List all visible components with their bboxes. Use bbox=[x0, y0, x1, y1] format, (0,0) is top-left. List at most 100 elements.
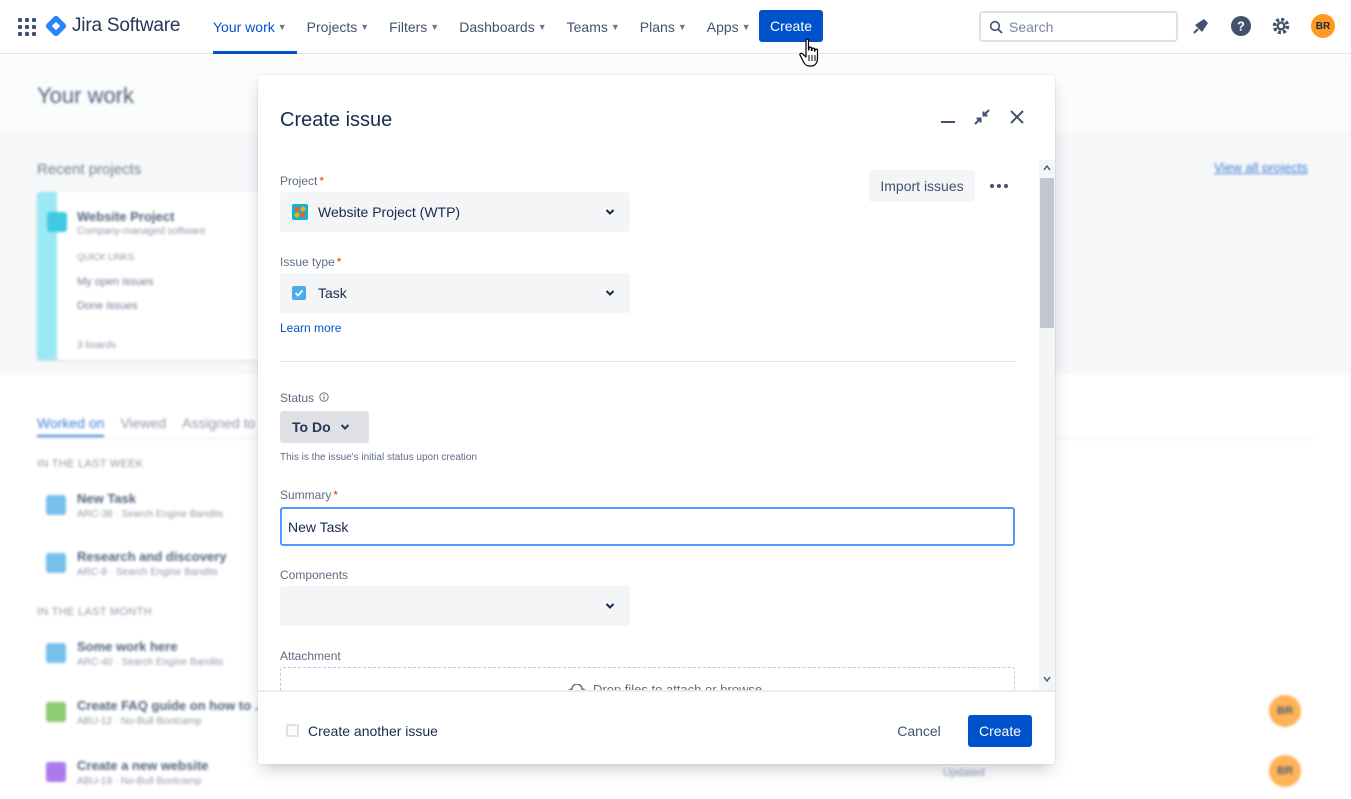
scroll-thumb[interactable] bbox=[1040, 178, 1054, 328]
apps-grid-icon[interactable] bbox=[18, 18, 36, 36]
issue-title: New Task bbox=[77, 491, 137, 506]
chevron-down-icon: ▼ bbox=[360, 22, 370, 32]
more-options-icon[interactable] bbox=[986, 174, 1012, 198]
attachment-dropzone[interactable]: Drop files to attach or browse bbox=[280, 667, 1015, 690]
quick-link-done-issues[interactable]: Done issues bbox=[77, 300, 138, 312]
jira-logo[interactable]: Jira Software bbox=[44, 14, 181, 38]
app-name: Jira Software bbox=[72, 15, 181, 36]
dialog-footer: Create another issue Cancel Create bbox=[258, 690, 1055, 764]
issue-type-value: Task bbox=[318, 285, 347, 301]
recent-projects-heading: Recent projects bbox=[37, 161, 142, 178]
nav-item-plans[interactable]: Plans ▼ bbox=[630, 0, 697, 54]
notification-icon[interactable] bbox=[1189, 14, 1213, 38]
issue-title: Create a new website bbox=[77, 758, 209, 773]
task-icon bbox=[292, 286, 306, 300]
attachment-label: Attachment bbox=[280, 649, 341, 663]
issue-meta: ARC-38 · Search Engine Bandits bbox=[77, 509, 224, 520]
learn-more-link[interactable]: Learn more bbox=[280, 321, 341, 335]
project-select[interactable]: Website Project (WTP) bbox=[280, 192, 630, 232]
import-issues-button[interactable]: Import issues bbox=[869, 170, 975, 202]
nav-item-apps[interactable]: Apps ▼ bbox=[697, 0, 761, 54]
project-icon bbox=[47, 212, 67, 232]
search-box[interactable] bbox=[979, 11, 1178, 42]
create-another-label[interactable]: Create another issue bbox=[308, 723, 438, 739]
project-card[interactable]: Website Project Company-managed software… bbox=[37, 192, 267, 360]
required-marker: * bbox=[333, 488, 339, 502]
task-icon bbox=[46, 495, 66, 515]
collapse-icon[interactable] bbox=[970, 105, 994, 129]
issue-type-select[interactable]: Task bbox=[280, 273, 630, 313]
divider bbox=[280, 361, 1016, 362]
avatar: BR bbox=[1269, 755, 1301, 787]
scroll-down-icon[interactable] bbox=[1043, 675, 1051, 683]
page-title: Your work bbox=[37, 83, 135, 108]
svg-text:?: ? bbox=[1237, 19, 1245, 34]
required-marker: * bbox=[336, 255, 342, 269]
nav-label: Apps bbox=[706, 19, 739, 35]
section-last-month: IN THE LAST MONTH bbox=[37, 606, 152, 618]
search-input[interactable] bbox=[1009, 18, 1159, 35]
task-icon bbox=[46, 643, 66, 663]
boards-dropdown[interactable]: 3 boards bbox=[77, 340, 116, 351]
nav-label: Dashboards bbox=[459, 19, 535, 35]
scrollbar[interactable] bbox=[1039, 160, 1055, 690]
nav-label: Filters bbox=[389, 19, 428, 35]
nav-item-dashboards[interactable]: Dashboards ▼ bbox=[449, 0, 556, 54]
issue-meta: ABU-12 · No-Bull Bootcamp bbox=[77, 716, 202, 727]
dialog-body: Project * Import issues Website Project (… bbox=[258, 160, 1055, 690]
issue-title: Create FAQ guide on how to ... bbox=[77, 698, 266, 713]
hand-cursor-icon bbox=[799, 38, 819, 67]
quick-link-open-issues[interactable]: My open issues bbox=[77, 276, 153, 288]
close-icon[interactable] bbox=[1005, 105, 1029, 129]
top-navigation: Jira Software Your work ▼ Projects ▼ Filte… bbox=[0, 0, 1351, 54]
avatar[interactable]: BR bbox=[1311, 14, 1335, 38]
nav-item-your-work[interactable]: Your work ▼ bbox=[203, 0, 297, 54]
task-icon bbox=[46, 553, 66, 573]
chevron-down-icon: ▼ bbox=[610, 22, 620, 32]
nav-label: Projects bbox=[306, 19, 358, 35]
label-text: Issue type bbox=[280, 255, 335, 269]
label-text: Summary bbox=[280, 488, 332, 502]
avatar: BR bbox=[1269, 695, 1301, 727]
status-dropdown[interactable]: To Do bbox=[280, 411, 369, 443]
settings-icon[interactable] bbox=[1269, 14, 1293, 38]
nav-item-projects[interactable]: Projects ▼ bbox=[297, 0, 380, 54]
work-tabs: Worked on Viewed Assigned to me bbox=[37, 415, 279, 437]
create-another-checkbox[interactable] bbox=[286, 724, 299, 737]
nav-item-filters[interactable]: Filters ▼ bbox=[379, 0, 449, 54]
issue-type-label: Issue type * bbox=[280, 255, 341, 269]
status-value: To Do bbox=[292, 419, 331, 435]
scroll-up-icon[interactable] bbox=[1043, 164, 1051, 172]
minimize-icon[interactable] bbox=[936, 105, 960, 129]
chevron-down-icon bbox=[605, 290, 615, 296]
submit-create-button[interactable]: Create bbox=[968, 715, 1032, 747]
status-help-text: This is the issue's initial status upon … bbox=[280, 452, 478, 463]
nav-label: Teams bbox=[566, 19, 608, 35]
components-select[interactable] bbox=[280, 586, 630, 626]
section-last-week: IN THE LAST WEEK bbox=[37, 458, 144, 470]
issue-meta: ARC-40 · Search Engine Bandits bbox=[77, 657, 224, 668]
jira-logo-icon bbox=[44, 14, 68, 38]
components-label: Components bbox=[280, 568, 349, 582]
chevron-down-icon bbox=[605, 209, 615, 215]
nav-item-teams[interactable]: Teams ▼ bbox=[557, 0, 630, 54]
view-all-projects-link[interactable]: View all projects bbox=[1214, 160, 1308, 175]
tab-worked-on[interactable]: Worked on bbox=[37, 415, 105, 437]
info-icon[interactable] bbox=[319, 392, 330, 402]
search-icon bbox=[989, 20, 1003, 34]
issue-meta: ABU-19 · No-Bull Bootcamp bbox=[77, 776, 202, 787]
nav-menu: Your work ▼ Projects ▼ Filters ▼ Dashboards… bbox=[203, 0, 761, 54]
cancel-button[interactable]: Cancel bbox=[889, 715, 949, 747]
chevron-down-icon bbox=[605, 603, 615, 609]
project-label: Project * bbox=[280, 174, 324, 188]
nav-label: Your work bbox=[213, 19, 275, 35]
chevron-down-icon: ▼ bbox=[277, 22, 287, 32]
quick-links-label: QUICK LINKS bbox=[77, 252, 135, 262]
summary-input[interactable] bbox=[280, 507, 1015, 546]
tab-viewed[interactable]: Viewed bbox=[120, 415, 166, 437]
status-label: Status bbox=[280, 391, 330, 405]
help-icon[interactable]: ? bbox=[1229, 14, 1253, 38]
issue-meta: ARC-8 · Search Engine Bandits bbox=[77, 567, 218, 578]
dialog-title: Create issue bbox=[280, 109, 393, 131]
project-name: Website Project bbox=[77, 209, 175, 224]
